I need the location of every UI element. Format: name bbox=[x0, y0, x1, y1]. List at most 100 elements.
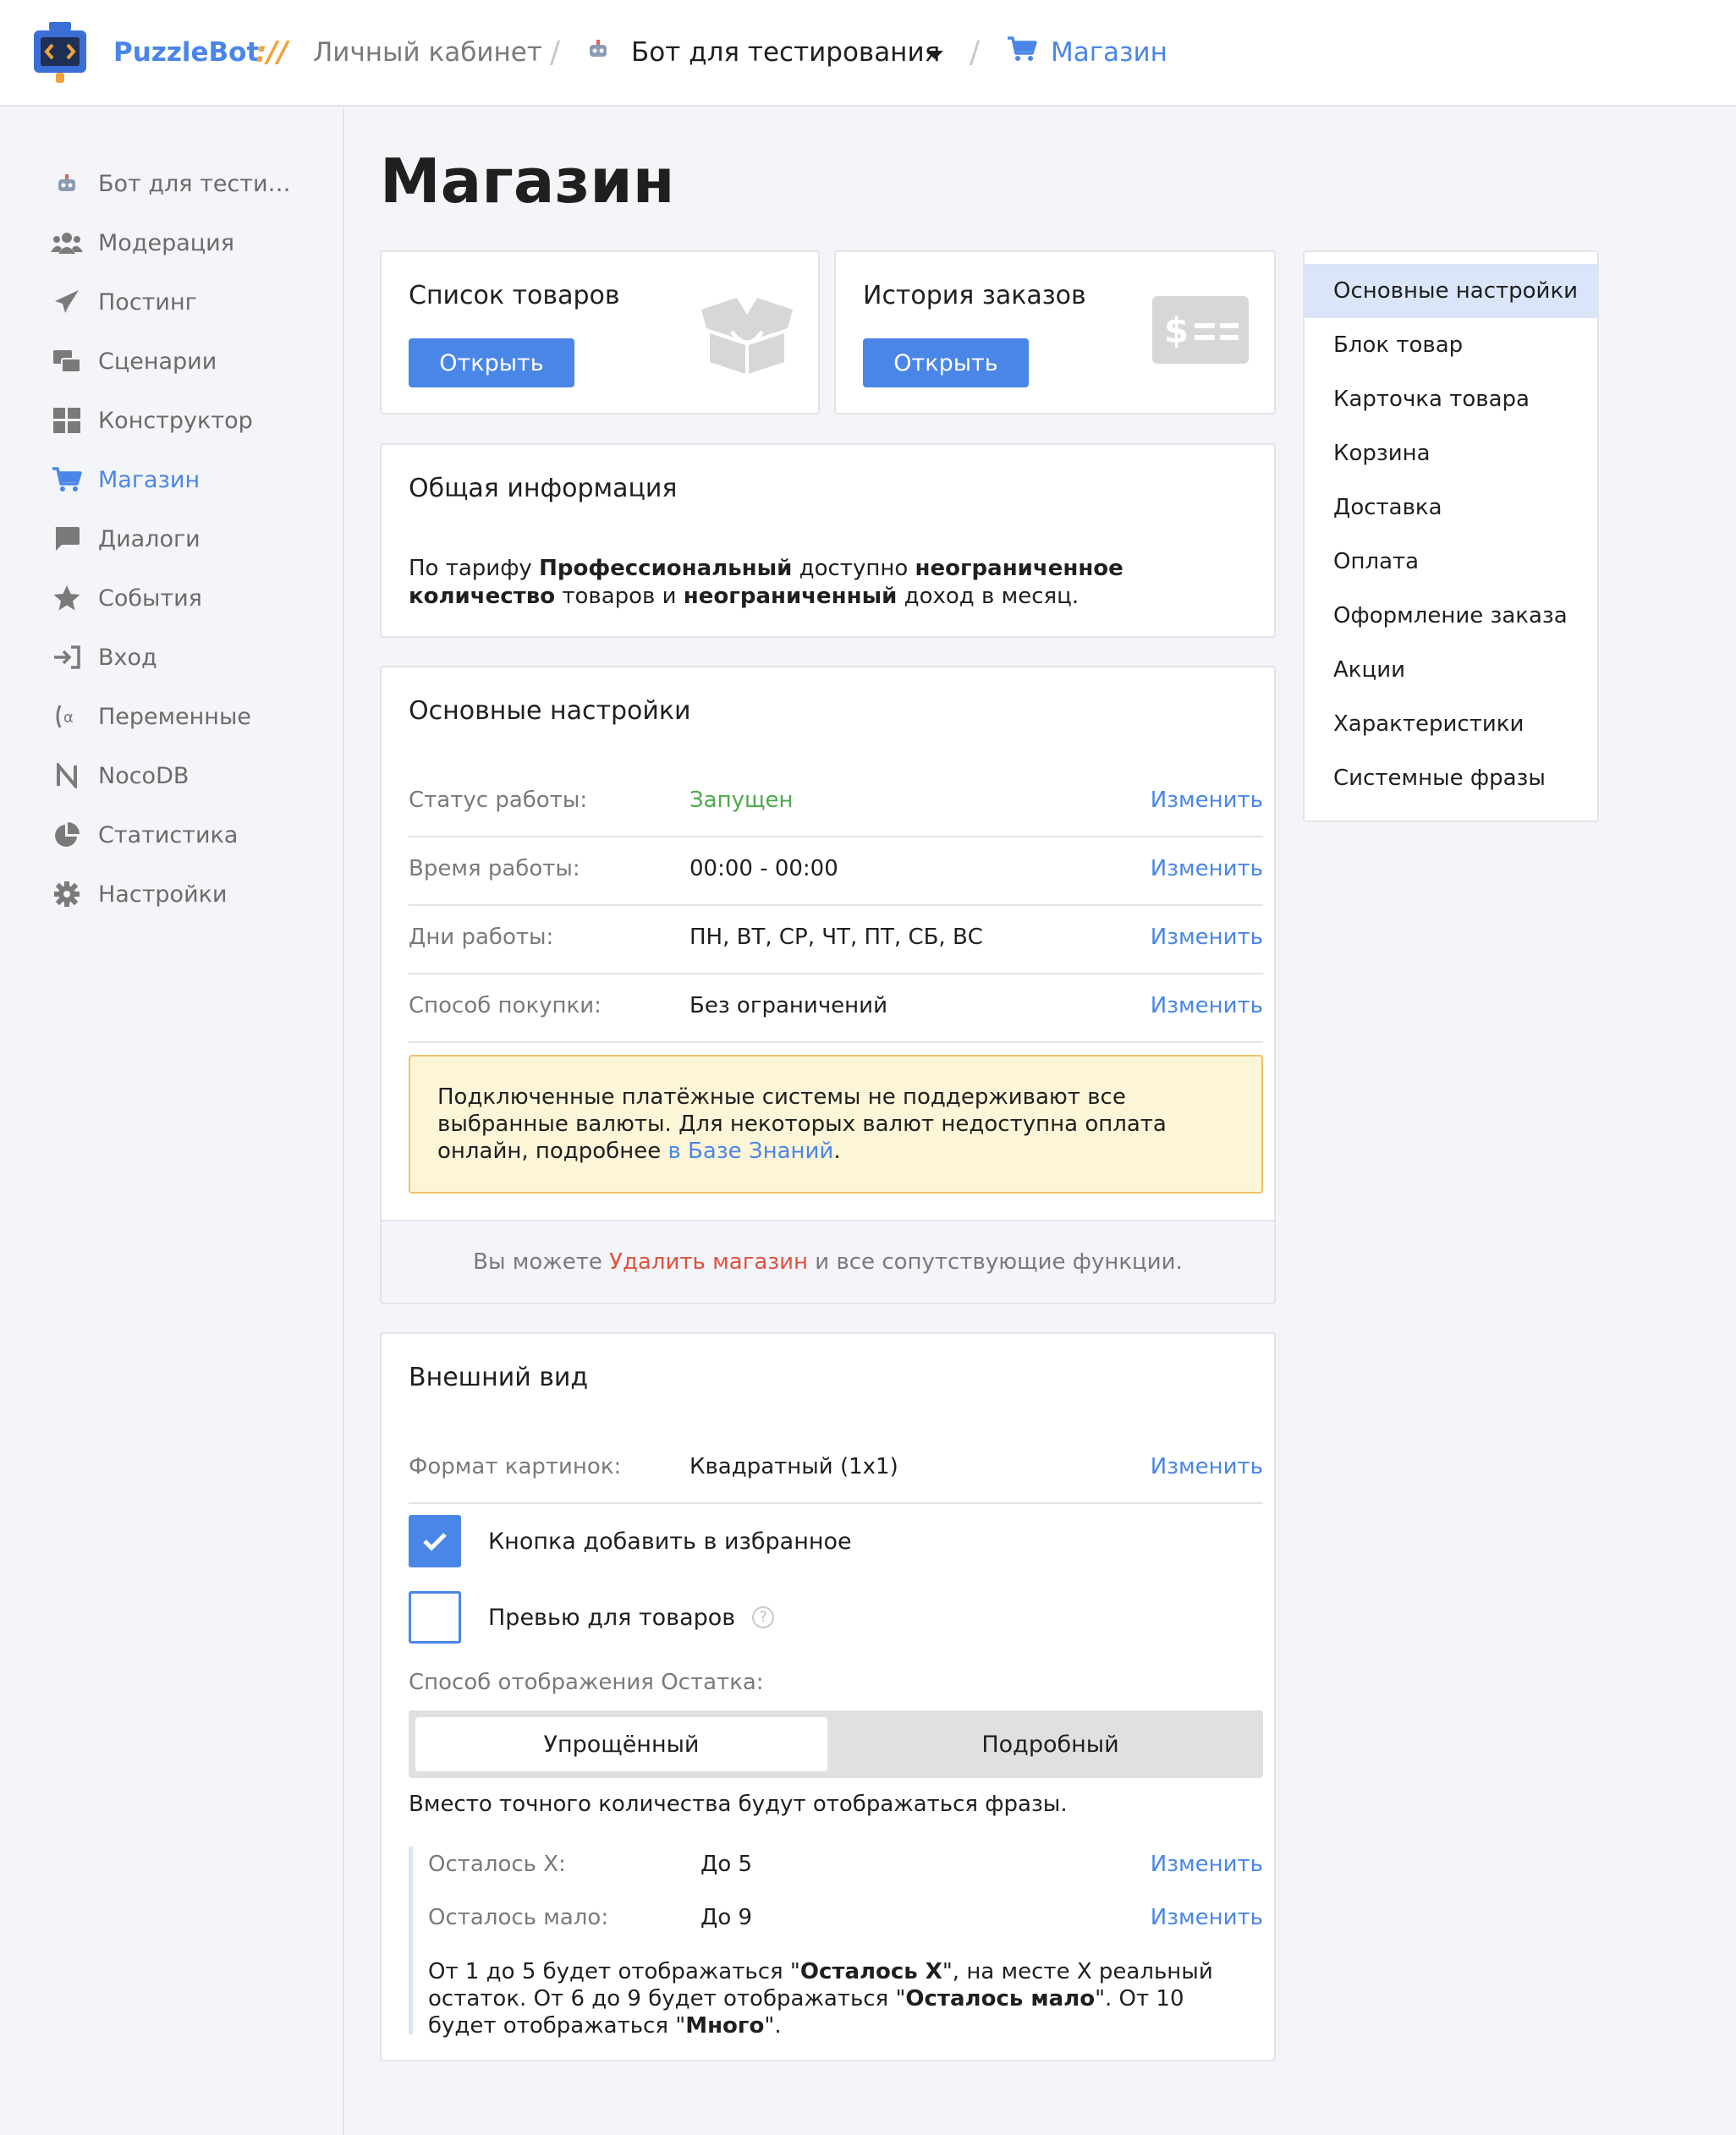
sidebar-item-moderation[interactable]: Модерация bbox=[51, 222, 234, 264]
stock-simple-option[interactable]: Упрощённый bbox=[415, 1717, 827, 1771]
tariff-name: Профессиональный bbox=[539, 556, 793, 581]
menu-item-payment[interactable]: Оплата bbox=[1305, 535, 1597, 589]
delete-shop-link[interactable]: Удалить магазин bbox=[609, 1249, 808, 1275]
svg-text:α: α bbox=[63, 709, 74, 727]
sidebar-item-variables[interactable]: α Переменные bbox=[51, 695, 251, 738]
info-text-part: По тарифу bbox=[409, 556, 540, 581]
preview-checkbox[interactable] bbox=[409, 1591, 461, 1644]
robot-icon bbox=[51, 167, 83, 200]
sidebar-item-shop[interactable]: Магазин bbox=[51, 458, 200, 501]
phrases-note: Вместо точного количества будут отобража… bbox=[409, 1792, 1068, 1817]
work-days-label: Дни работы: bbox=[409, 925, 554, 950]
explanation-bold: Осталось мало bbox=[905, 1986, 1096, 2012]
knowledge-base-link[interactable]: в Базе Знаний bbox=[667, 1139, 833, 1164]
brand-separator: :// bbox=[255, 36, 288, 69]
menu-item-system-phrases[interactable]: Системные фразы bbox=[1305, 751, 1597, 805]
preview-option: Превью для товаров ? bbox=[409, 1591, 775, 1644]
breadcrumb-bot[interactable]: Бот для тестирования bbox=[631, 37, 940, 68]
top-bar: PuzzleBot :// Личный кабинет / Бот для т… bbox=[0, 0, 1736, 107]
svg-text:$: $ bbox=[1164, 310, 1189, 351]
sidebar-item-login[interactable]: Вход bbox=[51, 636, 157, 678]
sidebar-item-bot[interactable]: Бот для тести… bbox=[51, 162, 291, 205]
sidebar-item-label: Конструктор bbox=[98, 407, 253, 434]
menu-item-main-settings[interactable]: Основные настройки bbox=[1305, 264, 1597, 318]
menu-item-checkout[interactable]: Оформление заказа bbox=[1305, 589, 1597, 643]
change-left-few-link[interactable]: Изменить bbox=[1151, 1905, 1263, 1930]
money-icon: $ bbox=[1152, 296, 1249, 364]
breadcrumb-bot-icon bbox=[585, 36, 611, 69]
image-format-label: Формат картинок: bbox=[409, 1454, 622, 1479]
stock-display-label: Способ отображения Остатка: bbox=[409, 1670, 764, 1695]
breadcrumb-slash: / bbox=[550, 35, 561, 70]
change-image-format-link[interactable]: Изменить bbox=[1151, 1454, 1263, 1479]
menu-item-promotions[interactable]: Акции bbox=[1305, 643, 1597, 697]
favorites-checkbox[interactable] bbox=[409, 1515, 461, 1567]
delete-text-pre: Вы можете bbox=[473, 1249, 610, 1275]
left-few-label: Осталось мало: bbox=[428, 1905, 609, 1930]
explanation-bold: Осталось Х bbox=[799, 1959, 942, 1984]
chevron-down-icon[interactable] bbox=[926, 37, 944, 68]
status-value: Запущен bbox=[689, 788, 794, 813]
chat-icon bbox=[51, 523, 83, 555]
left-few-value: До 9 bbox=[700, 1905, 753, 1930]
sidebar-item-label: События bbox=[98, 585, 202, 612]
preview-label: Превью для товаров bbox=[488, 1604, 736, 1631]
change-left-x-link[interactable]: Изменить bbox=[1151, 1852, 1263, 1877]
sidebar-item-label: Магазин bbox=[98, 466, 201, 493]
check-icon bbox=[423, 1533, 447, 1551]
sidebar-item-label: Настройки bbox=[98, 881, 228, 908]
status-row: Статус работы: Запущен Изменить bbox=[409, 769, 1263, 837]
change-status-link[interactable]: Изменить bbox=[1151, 788, 1263, 813]
stock-display-toggle: Упрощённый Подробный bbox=[409, 1710, 1263, 1778]
explanation-part: ". bbox=[764, 2013, 782, 2039]
breadcrumb-cabinet[interactable]: Личный кабинет bbox=[313, 37, 542, 68]
sidebar-item-nocodb[interactable]: NocoDB bbox=[51, 755, 189, 797]
menu-item-delivery[interactable]: Доставка bbox=[1305, 480, 1597, 535]
page-title: Магазин bbox=[380, 145, 675, 217]
explanation-part: От 1 до 5 будет отображаться " bbox=[428, 1959, 800, 1984]
sidebar-item-settings[interactable]: Настройки bbox=[51, 873, 227, 915]
favorites-label: Кнопка добавить в избранное bbox=[488, 1528, 852, 1555]
image-format-value: Квадратный (1x1) bbox=[689, 1454, 898, 1479]
stock-detailed-option[interactable]: Подробный bbox=[844, 1717, 1256, 1771]
appearance-title: Внешний вид bbox=[409, 1363, 589, 1392]
breadcrumb-shop[interactable]: Магазин bbox=[1051, 37, 1167, 68]
menu-item-product-card[interactable]: Карточка товара bbox=[1305, 372, 1597, 426]
sidebar-item-constructor[interactable]: Конструктор bbox=[51, 399, 253, 442]
sidebar-item-events[interactable]: События bbox=[51, 577, 202, 619]
menu-item-cart[interactable]: Корзина bbox=[1305, 426, 1597, 480]
delete-shop-strip: Вы можете Удалить магазин и все сопутств… bbox=[382, 1220, 1274, 1303]
menu-item-characteristics[interactable]: Характеристики bbox=[1305, 697, 1597, 751]
image-format-row: Формат картинок: Квадратный (1x1) Измени… bbox=[409, 1435, 1263, 1504]
open-orders-button[interactable]: Открыть bbox=[863, 338, 1029, 387]
sidebar-item-label: Бот для тести… bbox=[98, 170, 291, 197]
sidebar-item-dialogs[interactable]: Диалоги bbox=[51, 518, 201, 560]
sidebar-item-statistics[interactable]: Статистика bbox=[51, 814, 238, 856]
products-card: Список товаров Открыть bbox=[380, 250, 820, 414]
brand-name[interactable]: PuzzleBot bbox=[113, 37, 259, 68]
change-work-days-link[interactable]: Изменить bbox=[1151, 925, 1263, 950]
left-x-value: До 5 bbox=[700, 1852, 753, 1877]
general-info-title: Общая информация bbox=[409, 474, 678, 503]
sidebar-item-label: Сценарии bbox=[98, 348, 217, 375]
warning-text-end: . bbox=[833, 1139, 841, 1164]
menu-item-product-block[interactable]: Блок товар bbox=[1305, 318, 1597, 372]
open-products-button[interactable]: Открыть bbox=[409, 338, 574, 387]
pie-chart-icon bbox=[51, 819, 83, 851]
change-work-time-link[interactable]: Изменить bbox=[1151, 856, 1263, 881]
sidebar-item-scenarios[interactable]: Сценарии bbox=[51, 340, 217, 382]
sidebar-item-label: Модерация bbox=[98, 229, 234, 256]
left-x-label: Осталось Х: bbox=[428, 1852, 566, 1877]
explanation-bold: Много bbox=[685, 2013, 765, 2039]
help-icon[interactable]: ? bbox=[752, 1606, 775, 1628]
settings-section-menu: Основные настройки Блок товар Карточка т… bbox=[1303, 250, 1599, 822]
info-text-part: товаров и bbox=[555, 584, 684, 609]
sidebar-item-posting[interactable]: Постинг bbox=[51, 281, 197, 323]
variable-icon: α bbox=[51, 700, 83, 733]
appearance-card: Внешний вид Формат картинок: Квадратный … bbox=[380, 1332, 1276, 2061]
breadcrumb-slash: / bbox=[970, 35, 981, 70]
change-purchase-method-link[interactable]: Изменить bbox=[1151, 993, 1263, 1018]
work-time-label: Время работы: bbox=[409, 856, 580, 881]
sidebar-item-label: NocoDB bbox=[98, 762, 190, 789]
puzzlebot-logo-icon[interactable] bbox=[32, 20, 88, 85]
